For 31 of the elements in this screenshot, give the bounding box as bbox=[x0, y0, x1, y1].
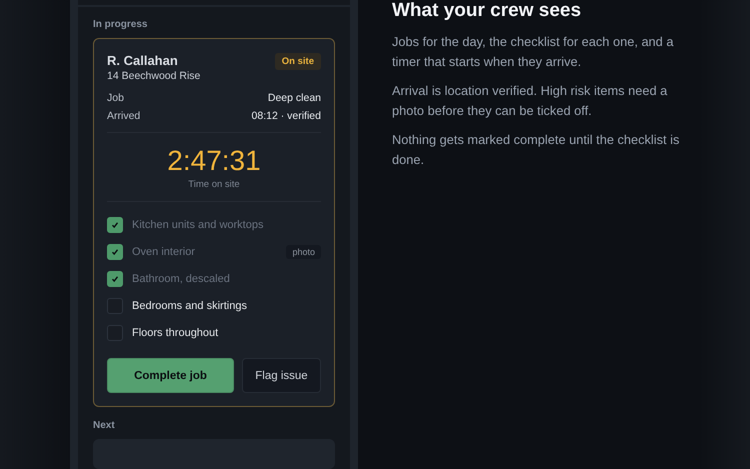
check-icon bbox=[111, 275, 119, 283]
detail-value: Deep clean bbox=[268, 92, 321, 104]
section-label: In progress bbox=[93, 19, 148, 30]
checkbox[interactable] bbox=[107, 271, 123, 287]
checklist-label: Bedrooms and skirtings bbox=[132, 300, 247, 312]
checklist-label: Oven interior bbox=[132, 246, 195, 258]
detail-label: Job bbox=[107, 92, 124, 104]
section-label: Next bbox=[93, 420, 116, 431]
detail-label: Arrived bbox=[107, 110, 140, 122]
paragraph: Nothing gets marked complete until the checklist is done. bbox=[392, 131, 680, 169]
complete-button[interactable]: Complete job bbox=[107, 358, 234, 393]
paragraph: Jobs for the day, the checklist for each one, and a timer that starts when they arrive. bbox=[392, 33, 674, 71]
detail-value: 08:12 · verified bbox=[252, 110, 321, 122]
paragraph: Arrival is location verified. High risk items need a photo before they can be ticked off. bbox=[392, 82, 668, 120]
checkbox[interactable] bbox=[107, 325, 123, 341]
check-icon bbox=[111, 248, 119, 256]
timer-value: 2:47:31 bbox=[167, 145, 261, 177]
check-icon bbox=[111, 221, 119, 229]
checklist-label: Bathroom, descaled bbox=[132, 273, 230, 285]
checklist-label: Kitchen units and worktops bbox=[132, 219, 264, 231]
client-name: R. Callahan bbox=[107, 53, 179, 68]
client-address: 14 Beechwood Rise bbox=[107, 70, 200, 82]
photo-tag: photo bbox=[286, 245, 321, 259]
checkbox[interactable] bbox=[107, 217, 123, 233]
status-badge: On site bbox=[274, 53, 321, 70]
heading: What your crew sees bbox=[392, 0, 582, 22]
checkbox[interactable] bbox=[107, 244, 123, 260]
timer-caption: Time on site bbox=[188, 179, 240, 190]
flag-button[interactable]: Flag issue bbox=[242, 358, 321, 393]
checklist-label: Floors throughout bbox=[132, 327, 218, 339]
checkbox[interactable] bbox=[107, 298, 123, 314]
